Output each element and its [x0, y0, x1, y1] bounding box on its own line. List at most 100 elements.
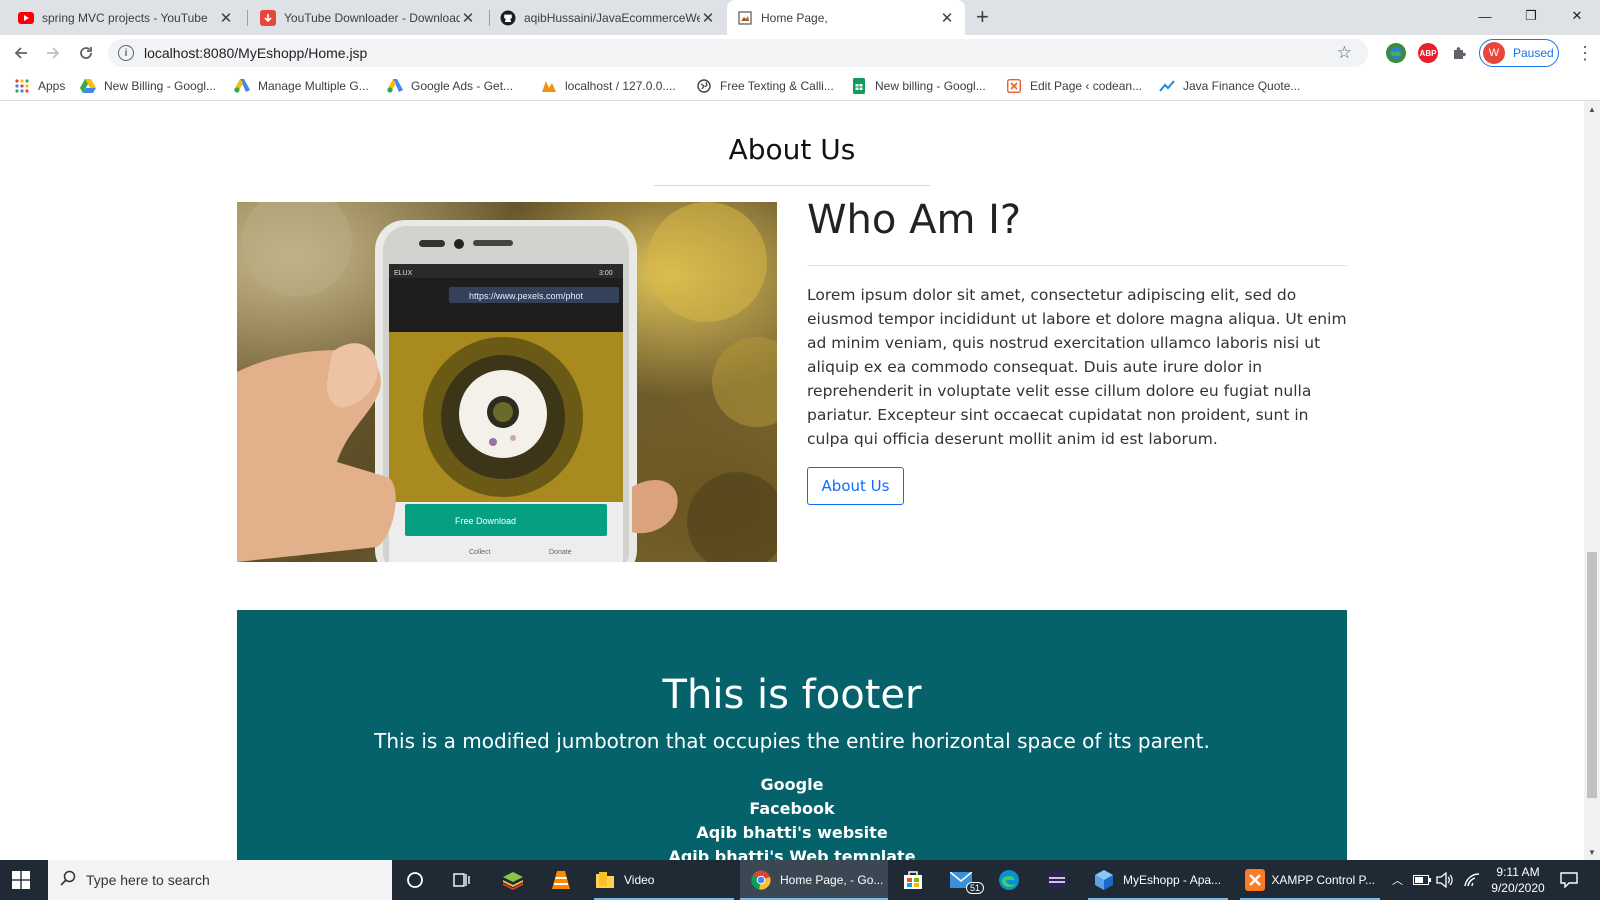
taskbar-eclipse[interactable] — [1046, 860, 1068, 900]
address-bar[interactable]: i localhost:8080/MyEshopp/Home.jsp ☆ — [108, 39, 1368, 67]
tab-spring-mvc-projects[interactable]: spring MVC projects - YouTube ✕ — [8, 0, 244, 35]
menu-kebab-icon[interactable]: ⋮ — [1576, 43, 1594, 64]
tab-youtube-downloader[interactable]: YouTube Downloader - Download ✕ — [250, 0, 486, 35]
bookmark-new-billing-2[interactable]: New billing - Googl... — [851, 71, 986, 101]
taskbar-app-label: XAMPP Control P... — [1271, 873, 1375, 887]
tab-github-repo[interactable]: aqibHussaini/JavaEcommerceWe ✕ — [490, 0, 726, 35]
adblock-icon[interactable]: ABP — [1418, 43, 1438, 63]
cortana-circle-icon — [407, 872, 423, 888]
wifi-icon[interactable] — [1463, 860, 1481, 900]
arrow-right-icon — [47, 47, 60, 59]
close-tab-icon[interactable]: ✕ — [460, 9, 476, 27]
who-am-i-heading: Who Am I? — [807, 197, 1022, 243]
phpmyadmin-icon — [541, 78, 557, 94]
bookmark-free-texting[interactable]: Free Texting & Calli... — [696, 71, 834, 101]
bookmark-java-finance[interactable]: Java Finance Quote... — [1159, 71, 1300, 101]
section-title: About Us — [728, 133, 856, 166]
bookmark-manage-multiple[interactable]: Manage Multiple G... — [234, 71, 369, 101]
show-hidden-icons-button[interactable]: ︿ — [1392, 860, 1403, 900]
scroll-down-icon[interactable]: ▼ — [1584, 844, 1600, 860]
site-info-icon[interactable]: i — [118, 45, 134, 61]
phone-url-label: https://www.pexels.com/phot — [469, 291, 584, 301]
globe-extension-icon[interactable] — [1386, 43, 1406, 63]
netbeans-icon — [1093, 869, 1115, 891]
task-view-button[interactable] — [453, 860, 471, 900]
taskbar-store[interactable] — [902, 860, 924, 900]
battery-icon[interactable] — [1413, 860, 1431, 900]
taskbar-xampp[interactable]: XAMPP Control P... — [1245, 860, 1375, 900]
footer-link-google[interactable]: Google — [237, 773, 1347, 797]
scrollbar-thumb[interactable] — [1587, 552, 1597, 798]
taskbar-edge[interactable] — [998, 860, 1020, 900]
close-tab-icon[interactable]: ✕ — [218, 9, 234, 27]
bookmark-star-icon[interactable]: ☆ — [1337, 43, 1352, 63]
footer-link-website[interactable]: Aqib bhatti's website — [237, 821, 1347, 845]
close-tab-icon[interactable]: ✕ — [939, 9, 955, 27]
taskbar-clock[interactable]: 9:11 AM 9/20/2020 — [1486, 864, 1550, 896]
cortana-button[interactable] — [406, 860, 424, 900]
bookmark-label: Apps — [38, 79, 66, 93]
mail-badge: 51 — [966, 882, 985, 894]
edge-icon — [998, 869, 1020, 891]
bookmark-google-ads[interactable]: Google Ads - Get... — [387, 71, 513, 101]
phone-status-label: ELUX — [394, 270, 413, 277]
forward-button[interactable] — [41, 41, 65, 65]
vertical-scrollbar[interactable]: ▲ ▼ — [1584, 101, 1600, 860]
new-tab-button[interactable]: + — [976, 4, 989, 30]
avatar: W — [1483, 42, 1505, 64]
taskbar-mail[interactable]: 51 — [950, 860, 985, 900]
close-tab-icon[interactable]: ✕ — [700, 9, 716, 27]
chevron-up-icon: ︿ — [1392, 875, 1403, 887]
tab-title: Home Page, — [761, 10, 828, 25]
back-button[interactable] — [9, 41, 33, 65]
tab-home-page[interactable]: Home Page, ✕ — [727, 0, 965, 35]
about-photo: ELUX 3:00 https://www.pexels.com/phot Fr… — [237, 202, 777, 562]
about-us-button[interactable]: About Us — [807, 467, 904, 505]
phone-download-label: Free Download — [455, 516, 516, 526]
volume-icon[interactable] — [1436, 860, 1454, 900]
phone-collect-label: Collect — [469, 549, 490, 556]
page-icon — [737, 10, 753, 26]
about-paragraph: Lorem ipsum dolor sit amet, consectetur … — [807, 286, 1347, 448]
apps-grid-icon — [14, 78, 30, 94]
restore-button[interactable]: ❐ — [1508, 0, 1554, 32]
minimize-button[interactable]: — — [1462, 0, 1508, 32]
github-icon — [500, 10, 516, 26]
folder-icon — [594, 869, 616, 891]
taskbar-app-label: Video — [624, 873, 655, 887]
google-ads-icon — [234, 78, 250, 94]
scroll-up-icon[interactable]: ▲ — [1584, 101, 1600, 117]
xampp-icon — [1245, 869, 1266, 891]
close-window-button[interactable]: ✕ — [1554, 0, 1600, 32]
windows-taskbar: Type here to search Video Home Page, - G… — [0, 860, 1600, 900]
heading-divider — [807, 265, 1347, 266]
profile-button[interactable]: W Paused — [1479, 39, 1559, 67]
download-icon — [260, 9, 276, 26]
puzzle-icon[interactable] — [1450, 43, 1470, 63]
browser-tab-strip: spring MVC projects - YouTube ✕ YouTube … — [0, 0, 1600, 35]
taskbar-search-input[interactable]: Type here to search — [48, 860, 392, 900]
taskbar-video-folder[interactable]: Video — [594, 860, 724, 900]
bookmarks-bar: Apps New Billing - Googl... Manage Multi… — [0, 71, 1600, 101]
action-center-button[interactable] — [1560, 860, 1578, 900]
bookmark-new-billing[interactable]: New Billing - Googl... — [80, 71, 216, 101]
taskbar-netbeans[interactable]: MyEshopp - Apa... — [1093, 860, 1223, 900]
clock-date: 9/20/2020 — [1491, 881, 1545, 895]
start-button[interactable] — [12, 860, 30, 900]
search-icon — [60, 870, 76, 891]
taskbar-bluestacks[interactable] — [502, 860, 524, 900]
codeanywhere-icon — [1006, 78, 1022, 94]
windows-logo-icon — [12, 871, 30, 889]
reload-button[interactable] — [74, 41, 98, 65]
clock-time: 9:11 AM — [1496, 865, 1540, 879]
footer-link-facebook[interactable]: Facebook — [237, 797, 1347, 821]
bookmark-edit-page[interactable]: Edit Page ‹ codean... — [1006, 71, 1142, 101]
url-text[interactable]: localhost:8080/MyEshopp/Home.jsp — [144, 45, 367, 61]
bookmark-label: Java Finance Quote... — [1183, 79, 1301, 93]
bookmark-localhost[interactable]: localhost / 127.0.0.... — [541, 71, 676, 101]
footer-link-web-template[interactable]: Aqib bhatti's Web template — [237, 845, 1347, 860]
bookmark-apps[interactable]: Apps — [14, 71, 65, 101]
taskbar-vlc[interactable] — [550, 860, 572, 900]
taskbar-chrome[interactable]: Home Page, - Go... — [740, 860, 888, 900]
page-viewport: About Us ELUX 3:00 https://www.pexels.co… — [0, 101, 1584, 860]
